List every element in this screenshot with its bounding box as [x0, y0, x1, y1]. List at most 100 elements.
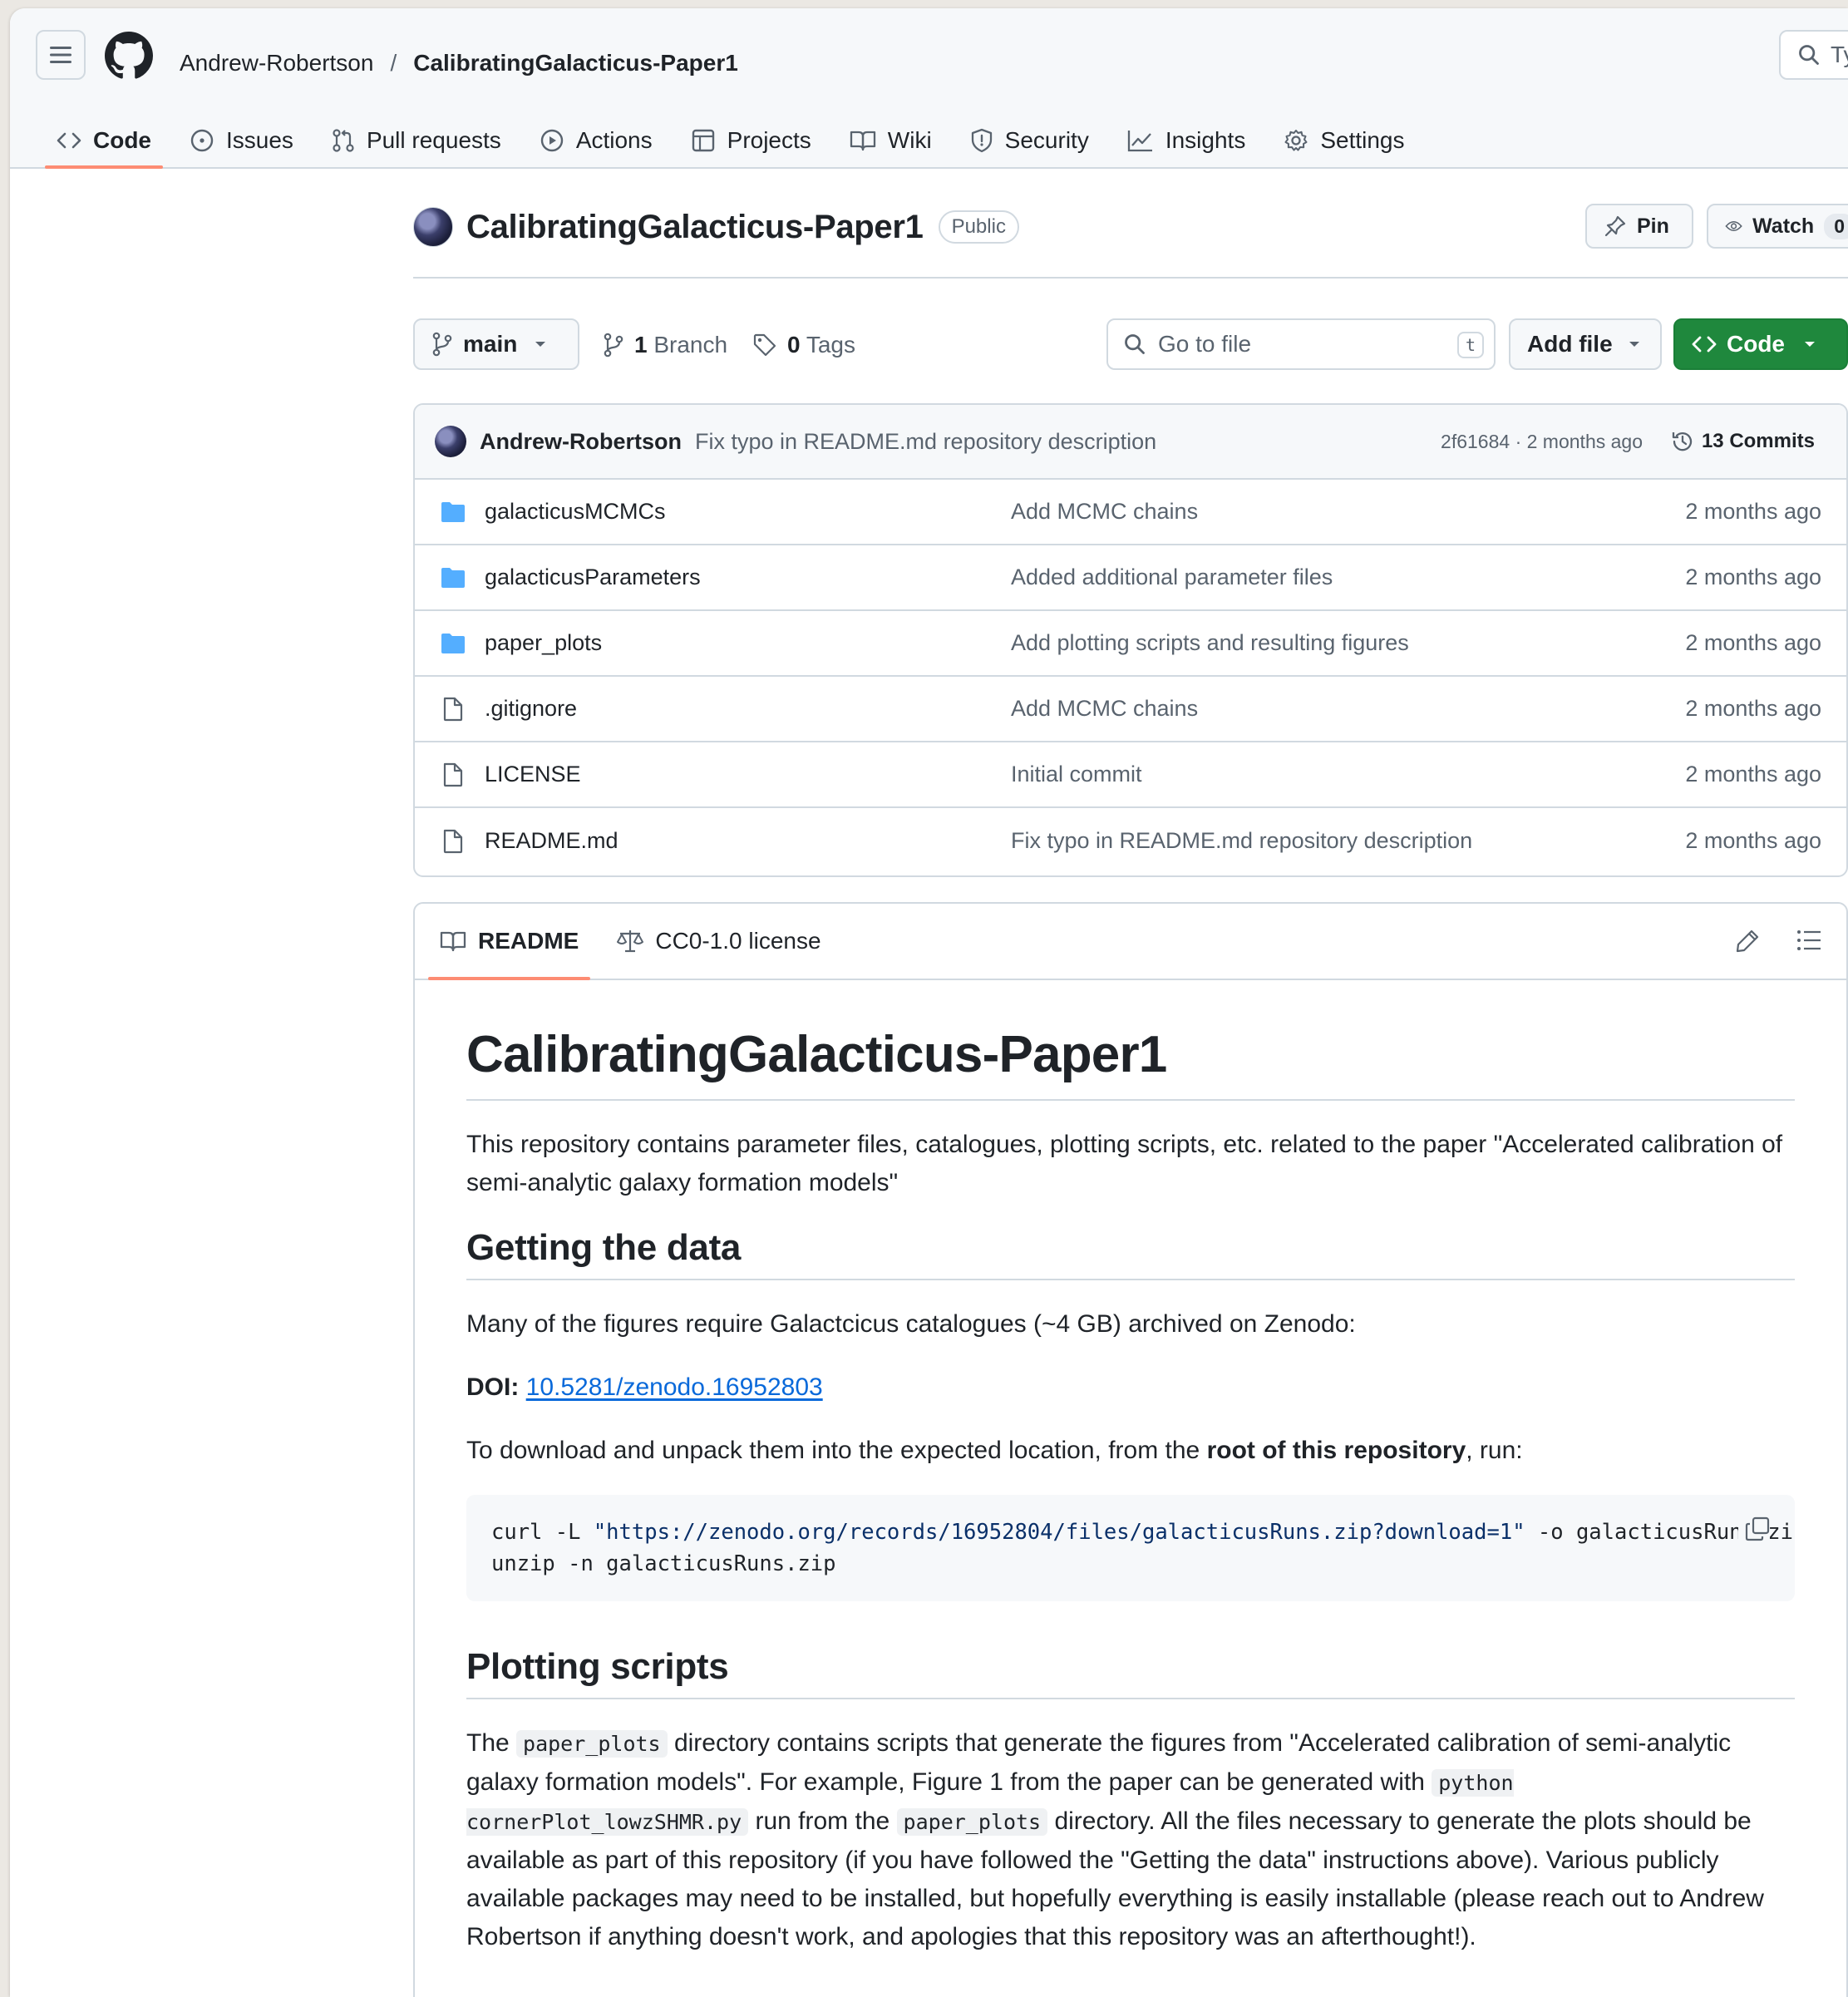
add-file-label: Add file — [1527, 331, 1613, 357]
repo-title[interactable]: CalibratingGalacticus-Paper1 — [466, 209, 924, 246]
tab-issues[interactable]: Issues — [176, 121, 307, 160]
pin-label: Pin — [1637, 214, 1669, 238]
tab-projects[interactable]: Projects — [678, 121, 825, 160]
file-row[interactable]: galacticusMCMCs Add MCMC chains 2 months… — [415, 480, 1846, 545]
owner-link[interactable]: Andrew-Robertson — [180, 50, 373, 76]
tab-insights[interactable]: Insights — [1114, 121, 1259, 160]
plotting-paragraph: The paper_plots directory contains scrip… — [466, 1724, 1795, 1956]
file-commit-message[interactable]: Initial commit — [1011, 762, 1142, 787]
download-text-pre: To download and unpack them into the exp… — [466, 1437, 1207, 1464]
add-file-button[interactable]: Add file — [1509, 318, 1662, 370]
tab-wiki[interactable]: Wiki — [836, 121, 945, 160]
search-icon — [1799, 45, 1819, 65]
issue-icon — [190, 129, 214, 152]
tab-readme[interactable]: README — [426, 904, 592, 980]
code-label: Code — [1727, 331, 1785, 357]
breadcrumb: Andrew-Robertson / CalibratingGalacticus… — [180, 50, 738, 76]
doi-line: DOI: 10.5281/zenodo.16952803 — [466, 1368, 1795, 1407]
tab-label: Settings — [1320, 127, 1405, 153]
file-row[interactable]: README.md Fix typo in README.md reposito… — [415, 808, 1846, 874]
tag-count: 0 — [787, 332, 801, 357]
file-commit-message[interactable]: Add MCMC chains — [1011, 696, 1198, 722]
tab-settings[interactable]: Settings — [1270, 121, 1417, 160]
tag-icon — [753, 333, 776, 357]
file-commit-message[interactable]: Add MCMC chains — [1011, 499, 1198, 525]
commit-hash-and-age[interactable]: 2f61684 · 2 months ago — [1441, 431, 1643, 453]
caret-down-icon — [535, 342, 546, 347]
file-row[interactable]: .gitignore Add MCMC chains 2 months ago — [415, 677, 1846, 742]
code-icon — [1692, 336, 1717, 353]
branch-icon — [432, 332, 452, 357]
history-icon — [1672, 432, 1693, 451]
tags-link[interactable]: 0 Tags — [752, 332, 855, 358]
branch-count-label: Branch — [653, 332, 728, 357]
tab-actions[interactable]: Actions — [526, 121, 666, 160]
tab-label: Insights — [1165, 127, 1246, 153]
code-dropdown-button[interactable]: Code — [1673, 318, 1848, 370]
readme-intro: This repository contains parameter files… — [466, 1131, 1783, 1196]
file-row[interactable]: paper_plots Add plotting scripts and res… — [415, 611, 1846, 677]
file-name[interactable]: paper_plots — [485, 630, 602, 656]
law-scale-icon — [617, 930, 644, 953]
readme-content: CalibratingGalacticus-Paper1 This reposi… — [415, 980, 1846, 1956]
file-commit-message[interactable]: Fix typo in README.md repository descrip… — [1011, 828, 1472, 854]
file-name[interactable]: galacticusParameters — [485, 565, 701, 590]
caret-down-icon — [1805, 342, 1815, 347]
projects-table-icon — [692, 129, 714, 152]
plot-text-3: run from the — [748, 1807, 897, 1835]
repo-link[interactable]: CalibratingGalacticus-Paper1 — [413, 50, 738, 76]
github-logo-icon[interactable] — [105, 32, 153, 80]
branch-icon — [604, 333, 623, 357]
download-paragraph: To download and unpack them into the exp… — [466, 1432, 1795, 1470]
doi-link[interactable]: 10.5281/zenodo.16952803 — [526, 1373, 823, 1401]
file-age: 2 months ago — [1685, 499, 1821, 524]
gear-icon — [1284, 130, 1308, 151]
tab-code[interactable]: Code — [43, 121, 165, 169]
tab-pull-requests[interactable]: Pull requests — [318, 121, 515, 160]
readme-toolbar — [1735, 929, 1821, 954]
commit-author-avatar[interactable] — [435, 426, 466, 457]
pin-button[interactable]: Pin — [1585, 204, 1693, 249]
watch-label: Watch — [1752, 214, 1815, 238]
pencil-edit-icon[interactable] — [1735, 929, 1760, 954]
file-commit-message[interactable]: Added additional parameter files — [1011, 565, 1333, 590]
file-name[interactable]: LICENSE — [485, 762, 581, 787]
global-search[interactable]: Ty — [1779, 30, 1848, 80]
code-icon — [57, 132, 81, 149]
file-age: 2 months ago — [1685, 828, 1821, 853]
tab-label: Code — [93, 127, 151, 153]
file-row[interactable]: LICENSE Initial commit 2 months ago — [415, 742, 1846, 808]
file-name[interactable]: .gitignore — [485, 696, 577, 722]
go-to-file-input[interactable]: Go to file t — [1106, 318, 1496, 370]
tab-label: Projects — [727, 127, 811, 153]
watch-button[interactable]: Watch 0 — [1707, 204, 1848, 249]
watch-count: 0 — [1824, 213, 1848, 239]
actions-play-icon — [540, 129, 564, 152]
menu-button[interactable] — [36, 30, 86, 80]
commits-history-link[interactable]: 13 Commits — [1670, 429, 1815, 454]
file-name[interactable]: README.md — [485, 828, 618, 854]
file-name[interactable]: galacticusMCMCs — [485, 499, 666, 525]
tab-label: Actions — [575, 127, 653, 153]
readme-tabs: README CC0-1.0 license — [415, 904, 1846, 980]
outline-list-icon[interactable] — [1796, 929, 1821, 952]
shell-code-block[interactable]: curl -L "https://zenodo.org/records/1695… — [466, 1495, 1795, 1601]
eye-icon — [1725, 220, 1742, 232]
commit-author[interactable]: Andrew-Robertson — [480, 429, 682, 455]
branches-link[interactable]: 1 Branch — [603, 332, 727, 358]
tab-label: Pull requests — [366, 127, 501, 153]
copy-icon[interactable] — [1738, 1516, 1770, 1541]
owner-avatar[interactable] — [413, 207, 453, 247]
search-icon — [1125, 334, 1145, 354]
file-row[interactable]: galacticusParameters Added additional pa… — [415, 545, 1846, 611]
data-paragraph: Many of the figures require Galactcicus … — [466, 1310, 1356, 1338]
readme-title: CalibratingGalacticus-Paper1 — [466, 1025, 1795, 1101]
breadcrumb-separator: / — [390, 50, 397, 76]
file-commit-message[interactable]: Add plotting scripts and resulting figur… — [1011, 630, 1409, 656]
branch-select-button[interactable]: main — [413, 318, 579, 370]
download-text-bold: root of this repository — [1206, 1437, 1466, 1464]
download-text-post: , run: — [1466, 1437, 1523, 1464]
tab-license[interactable]: CC0-1.0 license — [604, 904, 834, 979]
tab-security[interactable]: Security — [957, 121, 1102, 160]
commit-message[interactable]: Fix typo in README.md repository descrip… — [695, 429, 1156, 455]
